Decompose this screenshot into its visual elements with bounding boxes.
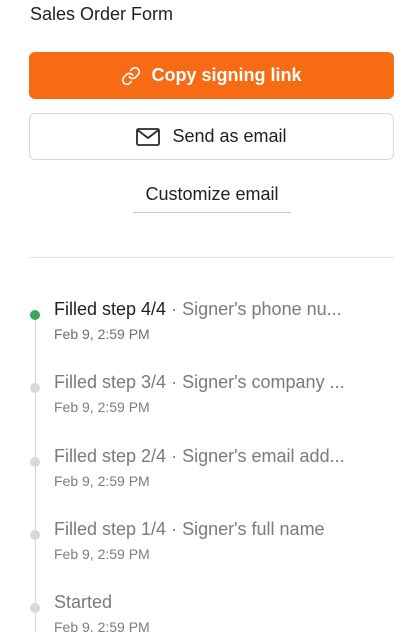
timeline-event-time: Feb 9, 2:59 PM — [54, 546, 150, 562]
signing-panel: Sales Order Form Copy signing link Send … — [0, 0, 416, 632]
timeline-event-separator: · — [166, 299, 183, 319]
link-icon — [121, 66, 141, 86]
timeline-event-label: Started — [54, 590, 394, 614]
send-as-email-label: Send as email — [172, 126, 287, 146]
timeline-event: Started Feb 9, 2:59 PM — [0, 590, 416, 632]
form-title: Sales Order Form — [30, 4, 174, 24]
timeline-event-label: Filled step 4/4 · Signer's phone nu... — [54, 297, 394, 321]
timeline-event-step: Filled step 4/4 — [54, 299, 167, 319]
status-dot — [30, 383, 40, 393]
timeline-event-detail: Signer's company ... — [182, 372, 345, 392]
timeline-event-label: Filled step 2/4 · Signer's email add... — [54, 444, 394, 468]
timeline-event-detail: Signer's full name — [182, 519, 325, 539]
copy-signing-link-label: Copy signing link — [151, 65, 302, 85]
timeline-event-detail: Signer's email add... — [182, 446, 345, 466]
status-dot-active — [30, 310, 40, 320]
copy-signing-link-button[interactable]: Copy signing link — [29, 52, 394, 99]
divider — [29, 257, 394, 258]
timeline-event-step: Filled step 1/4 — [54, 519, 167, 539]
timeline-event-separator: · — [166, 519, 183, 539]
customize-email-link[interactable]: Customize email — [133, 184, 291, 213]
timeline-event-separator: · — [166, 446, 183, 466]
timeline-event: Filled step 4/4 · Signer's phone nu... Fe… — [0, 297, 416, 357]
timeline-event-label: Filled step 1/4 · Signer's full name — [54, 517, 394, 541]
timeline-event: Filled step 3/4 · Signer's company ... Fe… — [0, 370, 416, 430]
status-dot — [30, 603, 40, 613]
timeline-event-detail: Signer's phone nu... — [182, 299, 342, 319]
timeline-event: Filled step 2/4 · Signer's email add... F… — [0, 444, 416, 504]
timeline-event-step: Started — [54, 592, 113, 612]
timeline-event-label: Filled step 3/4 · Signer's company ... — [54, 370, 394, 394]
timeline-event-time: Feb 9, 2:59 PM — [54, 326, 150, 342]
timeline-event-time: Feb 9, 2:59 PM — [54, 399, 150, 415]
timeline-event: Filled step 1/4 · Signer's full name Feb … — [0, 517, 416, 577]
timeline-event-step: Filled step 2/4 — [54, 446, 167, 466]
send-as-email-button[interactable]: Send as email — [29, 113, 394, 160]
timeline-event-step: Filled step 3/4 — [54, 372, 167, 392]
status-dot — [30, 530, 40, 540]
timeline-event-time: Feb 9, 2:59 PM — [54, 619, 150, 632]
timeline-event-separator: · — [166, 372, 183, 392]
status-dot — [30, 457, 40, 467]
timeline-event-time: Feb 9, 2:59 PM — [54, 473, 150, 489]
envelope-icon — [136, 127, 161, 146]
